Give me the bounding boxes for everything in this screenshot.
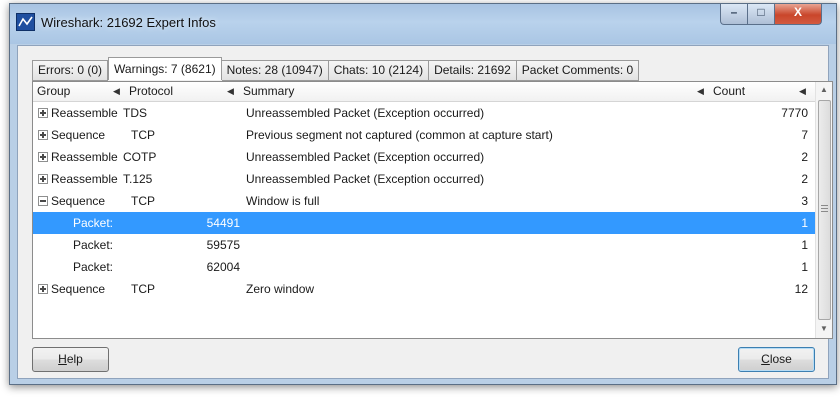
- packet-number: 59575: [206, 238, 240, 252]
- tab-notes[interactable]: Notes: 28 (10947): [221, 60, 329, 81]
- count-cell: 1: [801, 216, 808, 230]
- group-cell: Sequence: [51, 194, 106, 208]
- expand-icon[interactable]: [38, 284, 48, 294]
- scrollbar-thumb[interactable]: [818, 100, 831, 320]
- count-cell: 3: [801, 194, 808, 208]
- table-row-selected[interactable]: Packet: 54491 1: [33, 212, 816, 234]
- expand-icon[interactable]: [38, 152, 48, 162]
- summary-cell: Unreassembled Packet (Exception occurred…: [246, 172, 485, 186]
- summary-cell: Window is full: [246, 194, 320, 208]
- minimize-icon: –: [730, 5, 738, 19]
- close-window-button[interactable]: X: [774, 4, 822, 25]
- protocol-cell: TDS: [123, 106, 147, 120]
- protocol-cell: TCP: [131, 128, 155, 142]
- packet-label: Packet:: [73, 260, 114, 274]
- count-cell: 7770: [781, 106, 808, 120]
- column-header-summary[interactable]: Summary: [243, 82, 294, 101]
- wireshark-app-icon: [16, 13, 35, 31]
- close-button[interactable]: Close: [738, 347, 815, 372]
- column-header-count[interactable]: Count: [713, 82, 745, 101]
- table-row[interactable]: Reassemble T.125 Unreassembled Packet (E…: [33, 168, 816, 190]
- column-header-protocol[interactable]: Protocol: [129, 82, 173, 101]
- group-cell: Sequence: [51, 282, 106, 296]
- summary-cell: Unreassembled Packet (Exception occurred…: [246, 106, 485, 120]
- table-row[interactable]: Sequence TCP Window is full 3: [33, 190, 816, 212]
- group-cell: Reassemble: [51, 106, 118, 120]
- table-row[interactable]: Reassemble COTP Unreassembled Packet (Ex…: [33, 146, 816, 168]
- minimize-button[interactable]: –: [720, 4, 748, 25]
- tab-warnings[interactable]: Warnings: 7 (8621): [108, 57, 222, 80]
- table-row[interactable]: Packet: 62004 1: [33, 256, 816, 278]
- count-cell: 12: [794, 282, 808, 296]
- column-header-group[interactable]: Group: [37, 82, 70, 101]
- tab-packet-comments[interactable]: Packet Comments: 0: [516, 60, 640, 81]
- grip-line: [821, 208, 828, 209]
- packet-label: Packet:: [73, 238, 114, 252]
- vertical-scrollbar[interactable]: ▲ ▼: [815, 82, 832, 338]
- close-mnemonic: C: [761, 352, 770, 366]
- sort-arrow-icon[interactable]: ◀: [799, 82, 806, 101]
- table-header: Group ◀ Protocol ◀ Summary ◀ Count ◀: [33, 82, 816, 102]
- scroll-up-icon[interactable]: ▲: [816, 82, 832, 98]
- tab-details[interactable]: Details: 21692: [429, 60, 517, 81]
- title-bar[interactable]: Wireshark: 21692 Expert Infos – □ X: [10, 4, 836, 44]
- grip-line: [821, 205, 828, 206]
- group-cell: Sequence: [51, 128, 106, 142]
- packet-label: Packet:: [73, 216, 114, 230]
- sort-arrow-icon[interactable]: ◀: [697, 82, 704, 101]
- sort-arrow-icon[interactable]: ◀: [113, 82, 120, 101]
- table-row[interactable]: Sequence TCP Zero window 12: [33, 278, 816, 300]
- window-title: Wireshark: 21692 Expert Infos: [41, 15, 216, 30]
- count-cell: 1: [801, 260, 808, 274]
- expert-infos-window: Wireshark: 21692 Expert Infos – □ X Erro…: [9, 3, 837, 385]
- count-cell: 2: [801, 150, 808, 164]
- summary-cell: Previous segment not captured (common at…: [246, 128, 553, 142]
- summary-cell: Unreassembled Packet (Exception occurred…: [246, 150, 485, 164]
- close-icon: X: [793, 5, 802, 19]
- table-row[interactable]: Sequence TCP Previous segment not captur…: [33, 124, 816, 146]
- count-cell: 1: [801, 238, 808, 252]
- summary-cell: Zero window: [246, 282, 315, 296]
- help-label: elp: [66, 352, 83, 366]
- expand-icon[interactable]: [38, 130, 48, 140]
- protocol-cell: T.125: [123, 172, 153, 186]
- protocol-cell: COTP: [123, 150, 157, 164]
- table-row[interactable]: Packet: 59575 1: [33, 234, 816, 256]
- dialog-client-area: Errors: 0 (0) Warnings: 7 (8621) Notes: …: [17, 45, 833, 379]
- count-cell: 7: [801, 128, 808, 142]
- protocol-cell: TCP: [131, 194, 155, 208]
- help-button[interactable]: Help: [32, 347, 109, 372]
- severity-tabs: Errors: 0 (0) Warnings: 7 (8621) Notes: …: [32, 57, 640, 81]
- expert-info-table: Group ◀ Protocol ◀ Summary ◀ Count ◀ Rea…: [32, 81, 833, 339]
- help-mnemonic: H: [58, 352, 67, 366]
- collapse-icon[interactable]: [38, 196, 48, 206]
- table-row[interactable]: Reassemble TDS Unreassembled Packet (Exc…: [33, 102, 816, 124]
- tab-chats[interactable]: Chats: 10 (2124): [328, 60, 430, 81]
- scroll-down-icon[interactable]: ▼: [816, 321, 832, 337]
- expand-icon[interactable]: [38, 108, 48, 118]
- group-cell: Reassemble: [51, 150, 118, 164]
- maximize-button[interactable]: □: [747, 4, 775, 25]
- packet-number: 62004: [206, 260, 240, 274]
- maximize-icon: □: [757, 5, 765, 19]
- close-label: lose: [769, 352, 792, 366]
- count-cell: 2: [801, 172, 808, 186]
- sort-arrow-icon[interactable]: ◀: [227, 82, 234, 101]
- protocol-cell: TCP: [131, 282, 155, 296]
- group-cell: Reassemble: [51, 172, 118, 186]
- tab-errors[interactable]: Errors: 0 (0): [32, 60, 109, 81]
- expand-icon[interactable]: [38, 174, 48, 184]
- grip-line: [821, 211, 828, 212]
- packet-number: 54491: [206, 216, 240, 230]
